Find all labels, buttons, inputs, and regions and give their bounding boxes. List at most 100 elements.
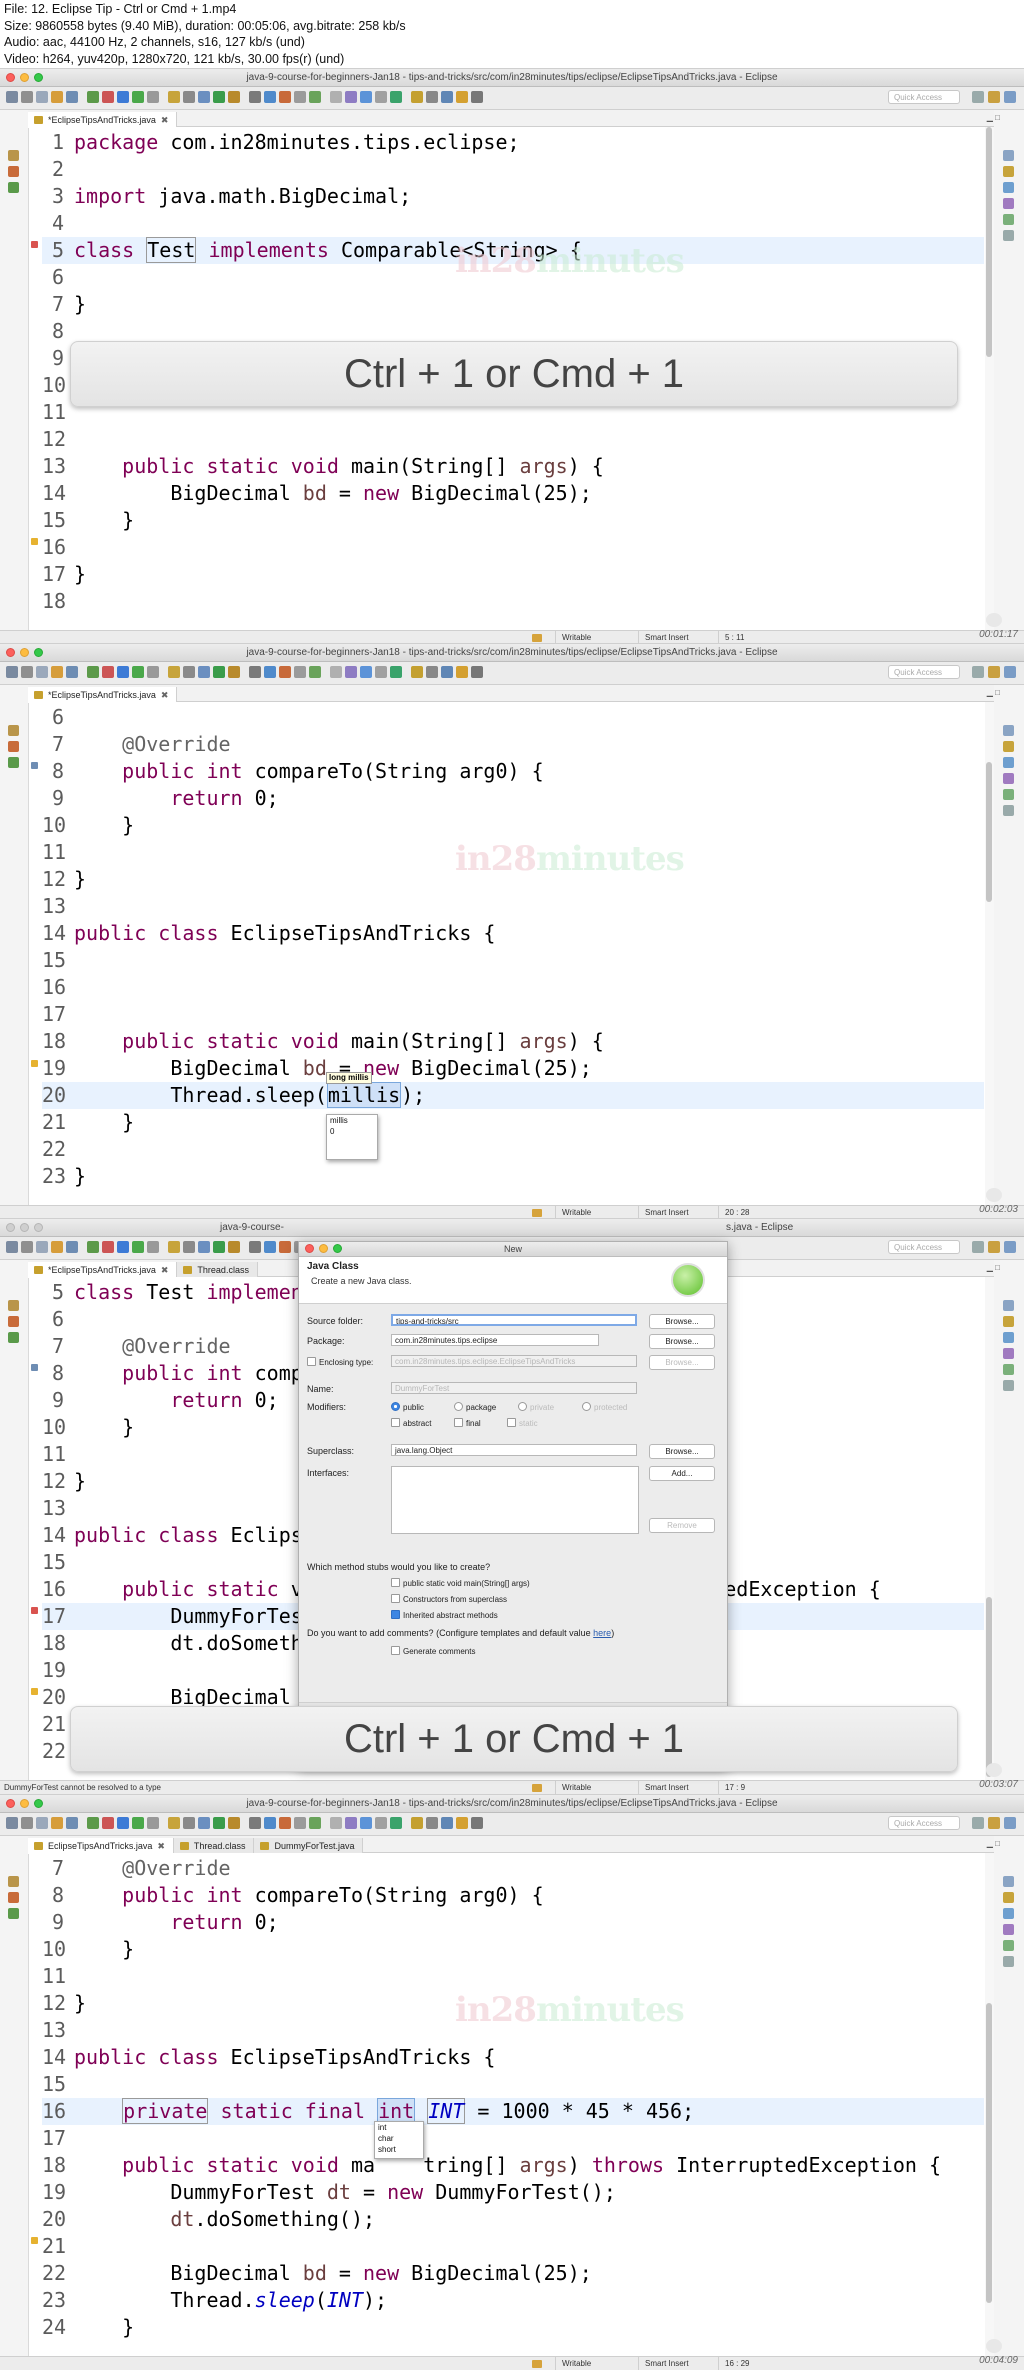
toolbar-button-icon[interactable]: [21, 1241, 33, 1253]
add-interface-button[interactable]: Add...: [649, 1466, 715, 1481]
toolbar-button-icon[interactable]: [441, 1817, 453, 1829]
toolbar-button-icon[interactable]: [228, 1817, 240, 1829]
toolbar-button-icon[interactable]: [6, 1241, 18, 1253]
package-explorer-icon[interactable]: [8, 1876, 19, 1887]
status-insert-mode[interactable]: Smart Insert: [638, 2357, 715, 2370]
toolbar-button-icon[interactable]: [147, 666, 159, 678]
toolbar-button-icon[interactable]: [294, 1817, 306, 1829]
source-folder-input[interactable]: tips-and-tricks/src: [391, 1314, 637, 1326]
toolbar-button-icon[interactable]: [456, 666, 468, 678]
debug-perspective-icon[interactable]: [1004, 1241, 1016, 1253]
open-perspective-icon[interactable]: [972, 1241, 984, 1253]
toolbar-button-icon[interactable]: [36, 91, 48, 103]
toolbar-button-icon[interactable]: [471, 1817, 483, 1829]
toolbar-button-icon[interactable]: [36, 1817, 48, 1829]
browse-package-button[interactable]: Browse...: [649, 1334, 715, 1349]
toolbar-button-icon[interactable]: [102, 1817, 114, 1829]
content-assist-item[interactable]: short: [375, 2144, 423, 2155]
code-editor[interactable]: 7 @Override 8 public int compareTo(String…: [42, 1853, 984, 2356]
close-window-icon[interactable]: [6, 1223, 15, 1232]
browse-superclass-button[interactable]: Browse...: [649, 1444, 715, 1459]
toolbar-button-icon[interactable]: [309, 666, 321, 678]
vertical-scrollbar[interactable]: [985, 1853, 994, 2356]
toolbar-button-icon[interactable]: [168, 91, 180, 103]
toolbar-button-icon[interactable]: [213, 666, 225, 678]
toolbar-button-icon[interactable]: [264, 1817, 276, 1829]
class-name-input[interactable]: DummyForTest: [391, 1382, 637, 1394]
view-toggle-icon[interactable]: [1003, 166, 1014, 177]
toolbar-button-icon[interactable]: [183, 666, 195, 678]
toolbar-button-icon[interactable]: [183, 1241, 195, 1253]
editor-tab[interactable]: *EclipseTipsAndTricks.java ✖: [28, 112, 178, 128]
toolbar-button-icon[interactable]: [102, 666, 114, 678]
java-perspective-icon[interactable]: [988, 1241, 1000, 1253]
editor-tab[interactable]: *EclipseTipsAndTricks.java ✖: [28, 1262, 178, 1278]
toolbar-button-icon[interactable]: [21, 1817, 33, 1829]
toolbar-button-icon[interactable]: [471, 666, 483, 678]
package-explorer-icon[interactable]: [8, 150, 19, 161]
outline-icon[interactable]: [8, 166, 19, 177]
toolbar-button-icon[interactable]: [6, 666, 18, 678]
toolbar-button-icon[interactable]: [36, 1241, 48, 1253]
package-input[interactable]: com.in28minutes.tips.eclipse: [391, 1334, 599, 1346]
view-toggle-icon[interactable]: [1003, 1956, 1014, 1967]
close-tab-icon[interactable]: ✖: [161, 1265, 169, 1275]
toolbar-button-icon[interactable]: [249, 666, 261, 678]
toolbar-button-icon[interactable]: [279, 1817, 291, 1829]
modifier-radio[interactable]: protected: [582, 1402, 627, 1412]
view-toggle-icon[interactable]: [1003, 1940, 1014, 1951]
quick-access-input[interactable]: Quick Access: [888, 1240, 960, 1254]
toolbar-button-icon[interactable]: [375, 666, 387, 678]
scrollbar-thumb[interactable]: [986, 762, 992, 902]
debug-perspective-icon[interactable]: [1004, 91, 1016, 103]
view-toggle-icon[interactable]: [1003, 741, 1014, 752]
editor-tab[interactable]: DummyForTest.java: [254, 1838, 364, 1854]
vertical-scrollbar[interactable]: [985, 1277, 994, 1780]
toolbar-button-icon[interactable]: [183, 1817, 195, 1829]
toolbar-button-icon[interactable]: [117, 1817, 129, 1829]
toolbar-button-icon[interactable]: [102, 1241, 114, 1253]
toolbar-button-icon[interactable]: [279, 1241, 291, 1253]
scrollbar-thumb[interactable]: [986, 127, 992, 357]
toolbar-button-icon[interactable]: [249, 1241, 261, 1253]
toolbar-button-icon[interactable]: [51, 91, 63, 103]
toolbar-button-icon[interactable]: [21, 91, 33, 103]
toolbar-button-icon[interactable]: [132, 1241, 144, 1253]
java-perspective-icon[interactable]: [988, 666, 1000, 678]
view-toggle-icon[interactable]: [1003, 1908, 1014, 1919]
close-tab-icon[interactable]: ✖: [157, 1841, 165, 1851]
toolbar-button-icon[interactable]: [21, 666, 33, 678]
editor-tab[interactable]: EclipseTipsAndTricks.java ✖: [28, 1838, 174, 1854]
toolbar-button-icon[interactable]: [66, 666, 78, 678]
toolbar-button-icon[interactable]: [147, 1241, 159, 1253]
code-editor[interactable]: 67 @Override 8 public int compareTo(Strin…: [42, 702, 984, 1205]
zoom-window-icon[interactable]: [34, 648, 43, 657]
minimize-window-icon[interactable]: [20, 1223, 29, 1232]
view-toggle-icon[interactable]: [1003, 230, 1014, 241]
content-assist-item[interactable]: int: [375, 2122, 423, 2133]
toolbar-button-icon[interactable]: [411, 91, 423, 103]
scrollbar-thumb[interactable]: [986, 2003, 992, 2303]
modifier-radio[interactable]: public: [391, 1402, 424, 1412]
view-toggle-icon[interactable]: [1003, 1348, 1014, 1359]
minimize-maximize-icons[interactable]: ▁ □: [987, 1839, 1000, 1848]
toolbar-button-icon[interactable]: [390, 1817, 402, 1829]
hierarchy-icon[interactable]: [8, 1908, 19, 1919]
method-stub-checkbox[interactable]: public static void main(String[] args): [391, 1578, 530, 1588]
minimize-maximize-icons[interactable]: ▁ □: [987, 113, 1000, 122]
toolbar-button-icon[interactable]: [345, 91, 357, 103]
remove-interface-button[interactable]: Remove: [649, 1518, 715, 1533]
open-perspective-icon[interactable]: [972, 666, 984, 678]
toolbar-button-icon[interactable]: [345, 1817, 357, 1829]
content-assist-item[interactable]: 0: [327, 1126, 377, 1137]
error-marker-icon[interactable]: [31, 241, 38, 248]
toolbar-button-icon[interactable]: [360, 1817, 372, 1829]
close-dialog-icon[interactable]: [305, 1244, 314, 1253]
toolbar-button-icon[interactable]: [390, 666, 402, 678]
toolbar-button-icon[interactable]: [147, 91, 159, 103]
toolbar-button-icon[interactable]: [309, 91, 321, 103]
toolbar-button-icon[interactable]: [132, 1817, 144, 1829]
view-toggle-icon[interactable]: [1003, 773, 1014, 784]
toolbar-button-icon[interactable]: [426, 1817, 438, 1829]
warning-marker-icon[interactable]: [31, 1060, 38, 1067]
